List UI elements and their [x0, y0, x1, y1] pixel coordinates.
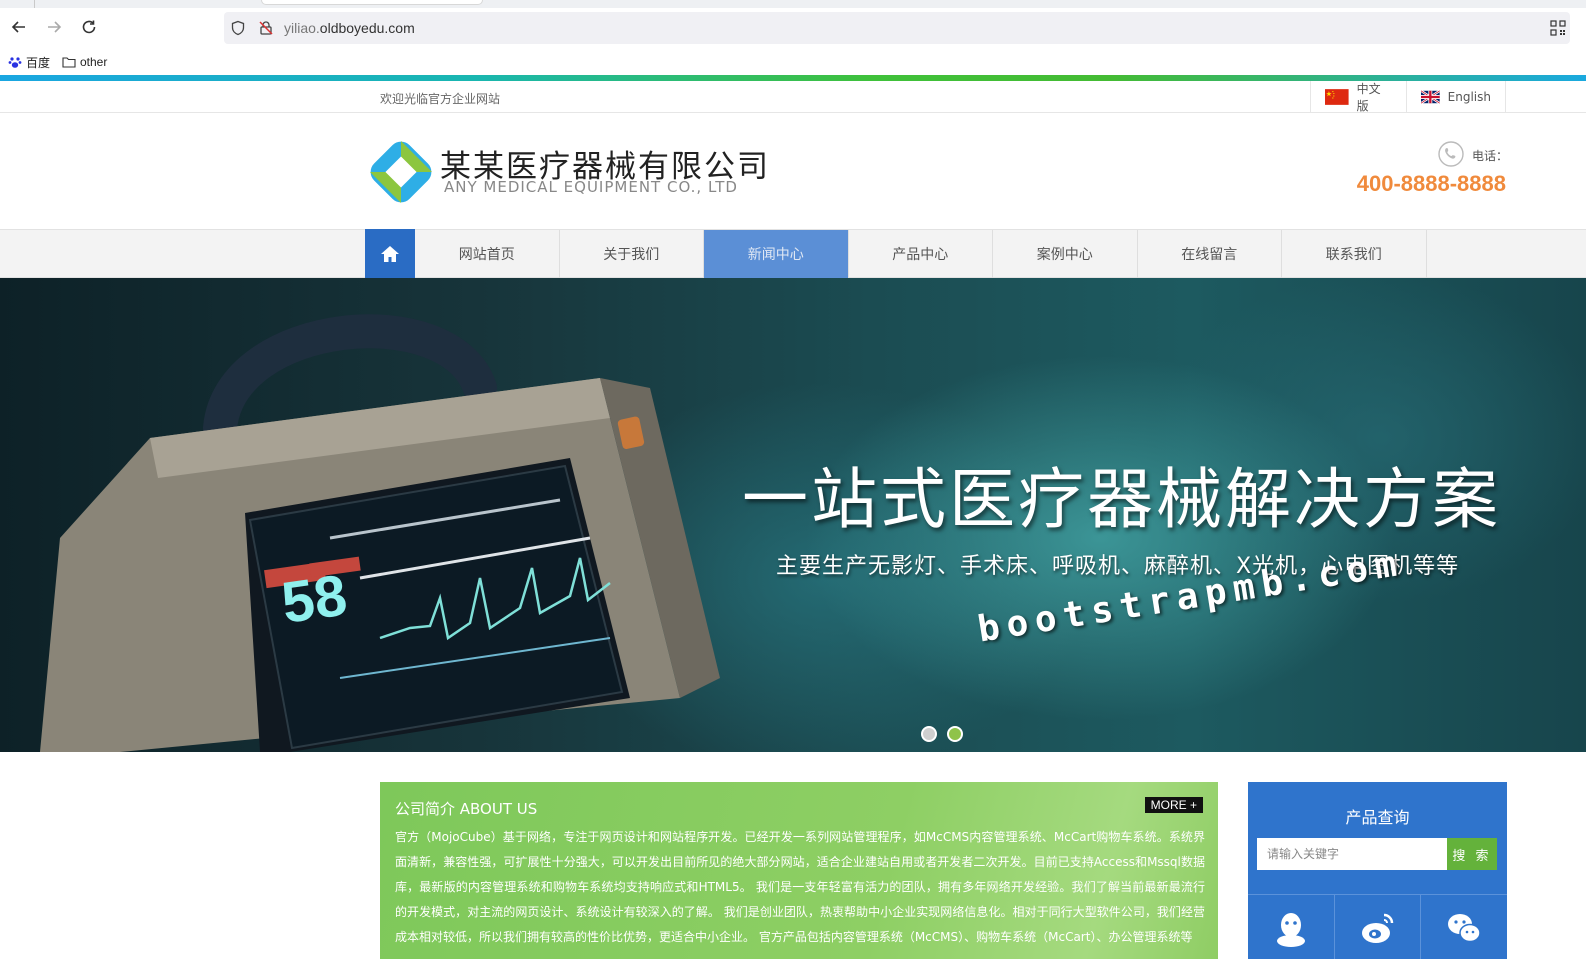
phone-icon: [1438, 141, 1464, 167]
insecure-lock-icon[interactable]: [258, 20, 274, 36]
product-search-form: 搜 索: [1257, 838, 1497, 870]
social-weibo[interactable]: [1335, 895, 1422, 959]
baidu-paw-icon: [8, 57, 22, 68]
lang-english-link[interactable]: English: [1406, 81, 1506, 112]
nav-item-message[interactable]: 在线留言: [1138, 230, 1282, 278]
about-section: 公司简介 ABOUT US MORE + 官方（MojoCube）基于网络，专注…: [380, 782, 1218, 959]
back-arrow-icon: [11, 21, 25, 33]
banner-title: 一站式医疗器械解决方案: [742, 461, 1501, 538]
nav-item-news[interactable]: 新闻中心: [704, 230, 849, 278]
shield-icon[interactable]: [230, 20, 246, 36]
bookmark-label: 百度: [26, 55, 51, 70]
forward-button[interactable]: [43, 16, 65, 38]
social-qq[interactable]: [1248, 895, 1335, 959]
product-search-button[interactable]: 搜 索: [1447, 838, 1497, 870]
social-links: [1248, 894, 1507, 959]
active-tab[interactable]: [262, 0, 482, 4]
nav-list: 网站首页 关于我们 新闻中心 产品中心 案例中心 在线留言 联系我们: [415, 230, 1427, 278]
monitor-reading: 58: [278, 563, 351, 636]
lang-chinese-link[interactable]: 中文版: [1310, 81, 1406, 113]
hero-banner[interactable]: 58 一站式医疗器械解决方案 主要生产无影灯、手术床、呼吸机、麻醉机、X光机，心…: [0, 278, 1586, 752]
carousel-dot-1[interactable]: [921, 726, 937, 742]
bookmark-baidu[interactable]: 百度: [8, 53, 50, 71]
url-subdomain: yiliao.: [284, 20, 320, 36]
weibo-icon: [1361, 913, 1393, 943]
site-header: 某某医疗器械有限公司 ANY MEDICAL EQUIPMENT CO., LT…: [0, 113, 1586, 229]
nav-item-home[interactable]: 网站首页: [415, 230, 560, 278]
qq-icon: [1276, 913, 1305, 947]
lang-chinese-label: 中文版: [1356, 81, 1381, 113]
url-text[interactable]: yiliao.oldboyedu.com: [284, 20, 415, 36]
nav-item-products[interactable]: 产品中心: [849, 230, 993, 278]
back-button[interactable]: [8, 16, 30, 38]
folder-icon: [62, 57, 76, 68]
about-title: 公司简介 ABOUT US: [395, 800, 538, 818]
product-search-input[interactable]: [1257, 838, 1447, 870]
reload-icon: [82, 20, 96, 34]
welcome-text: 欢迎光临官方企业网站: [380, 92, 501, 106]
social-wechat[interactable]: [1421, 895, 1507, 959]
company-name-en: ANY MEDICAL EQUIPMENT CO., LTD: [444, 178, 738, 196]
qr-code-icon[interactable]: [1550, 20, 1566, 36]
tab-separator: [34, 0, 35, 8]
nav-item-about[interactable]: 关于我们: [560, 230, 704, 278]
reload-button[interactable]: [78, 16, 100, 38]
patient-monitor-image: 58: [40, 314, 720, 752]
wechat-icon: [1448, 914, 1481, 943]
home-icon: [381, 246, 399, 262]
forward-arrow-icon: [48, 21, 62, 33]
lang-english-label: English: [1447, 89, 1491, 104]
carousel-dots: [921, 726, 963, 742]
main-nav: 网站首页 关于我们 新闻中心 产品中心 案例中心 在线留言 联系我们: [0, 229, 1586, 279]
nav-item-cases[interactable]: 案例中心: [993, 230, 1138, 278]
carousel-dot-2[interactable]: [947, 726, 963, 742]
about-text: 官方（MojoCube）基于网络，专注于网页设计和网站程序开发。已经开发一系列网…: [395, 830, 1205, 944]
bookmarks-bar: 百度 other: [0, 50, 1586, 74]
phone-number: 400-8888-8888: [1356, 171, 1506, 196]
about-more-button[interactable]: MORE +: [1144, 797, 1203, 813]
browser-tab-strip: [0, 0, 1586, 8]
nav-home-button[interactable]: [365, 229, 415, 279]
bookmark-label: other: [80, 55, 108, 69]
site-top-bar: 欢迎光临官方企业网站 中文版 English: [0, 81, 1586, 113]
product-search-title: 产品查询: [1345, 808, 1410, 827]
bookmark-other-folder[interactable]: other: [62, 53, 107, 71]
uk-flag-icon: [1421, 89, 1440, 104]
china-flag-icon: [1325, 88, 1349, 105]
browser-toolbar: yiliao.oldboyedu.com: [0, 8, 1586, 48]
phone-label: 电话：: [1472, 149, 1509, 163]
url-domain: oldboyedu.com: [319, 20, 415, 36]
address-bar[interactable]: yiliao.oldboyedu.com: [224, 12, 1570, 44]
product-search-panel: 产品查询 搜 索: [1248, 782, 1507, 959]
nav-item-contact[interactable]: 联系我们: [1282, 230, 1427, 278]
company-logo-icon[interactable]: [368, 139, 434, 205]
